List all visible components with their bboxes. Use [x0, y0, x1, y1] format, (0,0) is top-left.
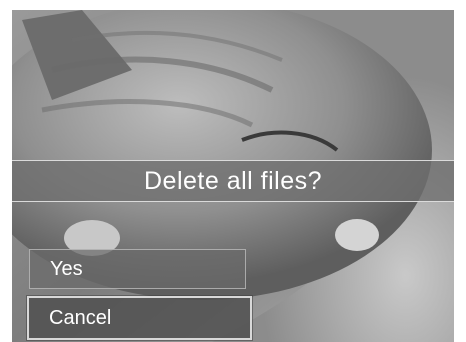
yes-button-label: Yes: [50, 257, 83, 280]
yes-button[interactable]: Yes: [29, 249, 246, 289]
camera-screen: Delete all files? Yes Cancel: [12, 10, 454, 342]
cancel-button-label: Cancel: [49, 306, 112, 329]
confirm-prompt-bar: Delete all files?: [12, 160, 454, 202]
confirm-prompt-text: Delete all files?: [143, 166, 323, 195]
cancel-button[interactable]: Cancel: [27, 296, 252, 340]
